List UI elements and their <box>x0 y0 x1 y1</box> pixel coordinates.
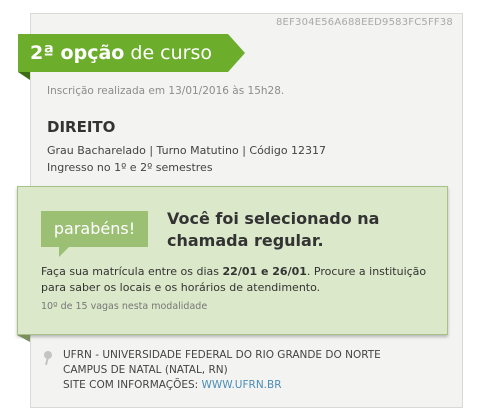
result-headline: Você foi selecionado na chamada regular. <box>167 209 380 250</box>
institution-name: UFRN - UNIVERSIDADE FEDERAL DO RIO GRAND… <box>63 349 381 361</box>
campus-name: CAMPUS DE NATAL (NATAL, RN) <box>63 364 228 376</box>
registration-timestamp: Inscrição realizada em 13/01/2016 às 15h… <box>47 85 285 97</box>
result-box-fold <box>17 335 30 342</box>
institution-site: SITE COM INFORMAÇÕES: WWW.UFRN.BR <box>63 379 282 391</box>
instructions-text-start: Faça sua matrícula entre os dias <box>41 265 223 278</box>
site-label: SITE COM INFORMAÇÕES: <box>63 379 202 391</box>
course-option-ribbon: 2ª opção de curso <box>18 34 245 72</box>
congrats-badge: parabéns! <box>41 211 148 257</box>
registration-hash: 8EF304E56A688EED9583FC5FF38 <box>275 17 453 28</box>
course-meta: Grau Bacharelado | Turno Matutino | Códi… <box>47 144 327 157</box>
vacancy-rank: 10º de 15 vagas nesta modalidade <box>41 301 208 312</box>
institution-site-link[interactable]: WWW.UFRN.BR <box>202 379 282 391</box>
enrollment-dates: 22/01 e 26/01 <box>222 265 307 278</box>
enrollment-instructions: Faça sua matrícula entre os dias 22/01 e… <box>41 264 436 296</box>
course-title: DIREITO <box>47 118 116 136</box>
ribbon-fold <box>18 72 30 80</box>
course-entry: Ingresso no 1º e 2º semestres <box>47 161 213 174</box>
ribbon-text: de curso <box>124 42 212 64</box>
selection-result-box: parabéns! Você foi selecionado na chamad… <box>17 186 448 335</box>
map-pin-icon <box>44 351 52 359</box>
ribbon-ordinal: 2ª opção <box>30 42 125 64</box>
